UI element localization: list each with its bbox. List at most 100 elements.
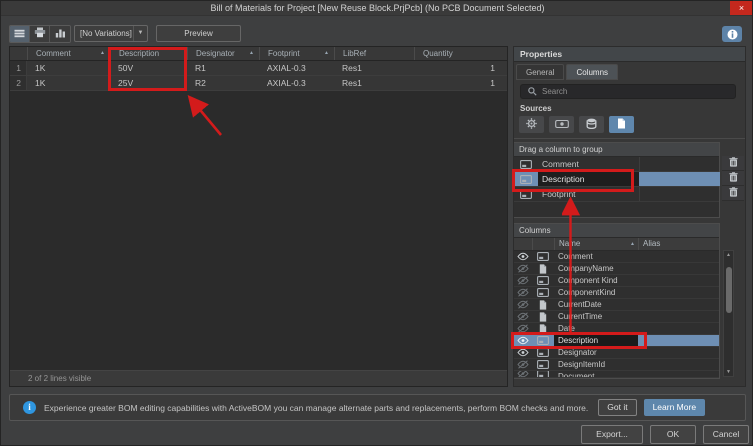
delete-group-button[interactable] (722, 186, 744, 201)
visibility-header-cell (514, 238, 532, 250)
table-row[interactable]: 21K25VR2AXIAL-0.3Res11 (10, 76, 507, 91)
param-icon (532, 287, 554, 298)
bom-cell[interactable]: AXIAL-0.3 (259, 76, 334, 90)
alias-header-cell[interactable]: Alias (638, 238, 719, 250)
visibility-toggle[interactable] (514, 299, 532, 310)
column-alias[interactable] (638, 299, 719, 310)
column-header-description[interactable]: Description (110, 47, 187, 60)
column-header-quantity[interactable]: Quantity (414, 47, 507, 60)
scrollbar-thumb[interactable] (726, 267, 732, 313)
column-name: Date (554, 323, 638, 334)
param-icon (514, 187, 538, 201)
bom-cell[interactable]: 25V (110, 76, 187, 90)
list-view-view-button[interactable] (10, 26, 30, 42)
bom-cell[interactable]: 1 (414, 76, 507, 90)
visibility-toggle[interactable] (514, 335, 532, 346)
visibility-toggle[interactable] (514, 323, 532, 334)
source-gear-button[interactable] (519, 116, 544, 133)
column-alias[interactable] (638, 347, 719, 358)
visibility-toggle[interactable] (514, 287, 532, 298)
bom-cell[interactable]: R1 (187, 61, 259, 75)
preview-button[interactable]: Preview (156, 25, 241, 42)
bom-cell[interactable]: Res1 (334, 76, 414, 90)
column-header-designator[interactable]: Designator▲ (187, 47, 259, 60)
name-header-cell[interactable]: Name ▲ (554, 238, 638, 250)
divider (514, 138, 745, 139)
bom-cell[interactable]: 1 (414, 61, 507, 75)
group-row-footprint[interactable]: Footprint (514, 187, 719, 202)
columns-scrollbar[interactable]: ▲ ▼ (723, 250, 734, 377)
bom-cell[interactable]: 50V (110, 61, 187, 75)
column-alias[interactable] (638, 251, 719, 262)
columns-row-component-kind[interactable]: Component Kind (514, 275, 719, 287)
column-alias[interactable] (638, 323, 719, 334)
trash-icon (729, 184, 738, 202)
source-pcb-button[interactable] (549, 116, 574, 133)
source-document-button[interactable] (609, 116, 634, 133)
column-alias[interactable] (638, 371, 719, 377)
column-header-libref[interactable]: LibRef (334, 47, 414, 60)
column-header-comment[interactable]: Comment▲ (27, 47, 110, 60)
group-row-value[interactable] (639, 187, 720, 201)
column-alias[interactable] (638, 311, 719, 322)
bom-dialog: Bill of Materials for Project [New Reuse… (0, 0, 753, 446)
source-database-button[interactable] (579, 116, 604, 133)
column-header-footprint[interactable]: Footprint▲ (259, 47, 334, 60)
group-row-value[interactable] (639, 157, 720, 171)
variations-dropdown[interactable]: [No Variations] ▼ (74, 25, 148, 42)
columns-row-componentkind[interactable]: ComponentKind (514, 287, 719, 299)
scroll-down-icon[interactable]: ▼ (724, 369, 733, 375)
row-number-cell: 2 (10, 76, 27, 90)
column-alias[interactable] (638, 335, 719, 346)
columns-row-companyname[interactable]: CompanyName (514, 263, 719, 275)
column-alias[interactable] (638, 263, 719, 274)
learn-more-button[interactable]: Learn More (644, 399, 705, 416)
group-row-comment[interactable]: Comment (514, 157, 719, 172)
close-button[interactable]: × (730, 1, 753, 15)
columns-row-description[interactable]: Description (514, 335, 719, 347)
visibility-toggle[interactable] (514, 371, 532, 377)
export-button[interactable]: Export... (581, 425, 643, 444)
visibility-toggle[interactable] (514, 251, 532, 262)
eye-off-icon (517, 311, 529, 322)
got-it-button[interactable]: Got it (598, 399, 636, 416)
column-name: Description (554, 335, 638, 346)
columns-row-designitemid[interactable]: DesignItemId (514, 359, 719, 371)
column-alias[interactable] (638, 287, 719, 298)
visibility-toggle[interactable] (514, 359, 532, 370)
search-input[interactable] (542, 87, 712, 96)
eye-off-icon (517, 287, 529, 298)
search-box[interactable] (520, 84, 736, 99)
column-alias[interactable] (638, 275, 719, 286)
window-title: Bill of Materials for Project [New Reuse… (1, 1, 753, 16)
visibility-toggle[interactable] (514, 275, 532, 286)
tab-general[interactable]: General (516, 64, 564, 80)
visibility-toggle[interactable] (514, 263, 532, 274)
columns-row-document[interactable]: Document (514, 371, 719, 378)
chart-view-button[interactable] (50, 26, 70, 42)
table-row[interactable]: 11K50VR1AXIAL-0.3Res11 (10, 61, 507, 76)
group-row-description[interactable]: Description (514, 172, 719, 187)
columns-row-date[interactable]: Date (514, 323, 719, 335)
columns-row-currentdate[interactable]: CurrentDate (514, 299, 719, 311)
bom-cell[interactable]: AXIAL-0.3 (259, 61, 334, 75)
columns-row-designator[interactable]: Designator (514, 347, 719, 359)
printer-view-button[interactable] (30, 26, 50, 42)
info-button[interactable] (722, 26, 742, 42)
visibility-toggle[interactable] (514, 347, 532, 358)
cancel-button[interactable]: Cancel (703, 425, 749, 444)
columns-row-currenttime[interactable]: CurrentTime (514, 311, 719, 323)
bom-cell[interactable]: 1K (27, 61, 110, 75)
eye-off-icon (517, 371, 529, 377)
bom-cell[interactable]: Res1 (334, 61, 414, 75)
scroll-up-icon[interactable]: ▲ (724, 252, 733, 258)
eye-off-icon (517, 299, 529, 310)
visibility-toggle[interactable] (514, 311, 532, 322)
tab-columns[interactable]: Columns (566, 64, 618, 80)
column-alias[interactable] (638, 359, 719, 370)
columns-row-comment[interactable]: Comment (514, 251, 719, 263)
bom-cell[interactable]: R2 (187, 76, 259, 90)
group-row-value[interactable] (639, 172, 720, 186)
bom-cell[interactable]: 1K (27, 76, 110, 90)
ok-button[interactable]: OK (650, 425, 696, 444)
